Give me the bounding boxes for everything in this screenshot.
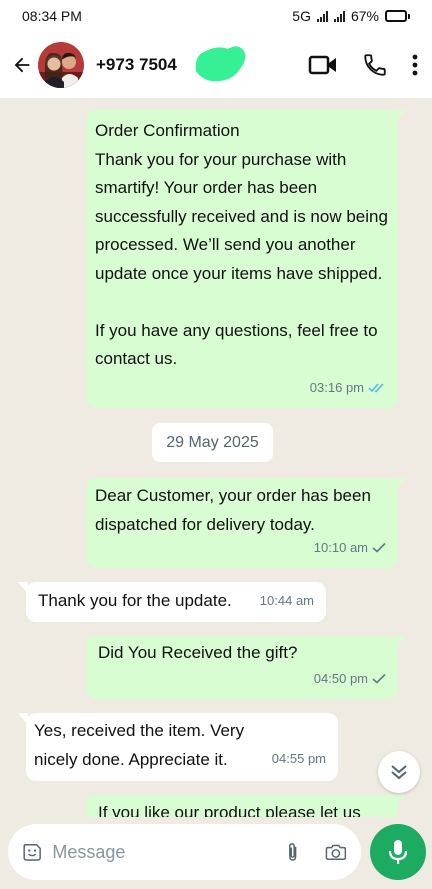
camera-icon[interactable] <box>325 839 347 865</box>
message-meta: 03:16 pm <box>310 374 386 403</box>
message-composer <box>8 824 361 880</box>
single-check-icon <box>372 674 386 684</box>
network-type: 5G <box>292 8 311 24</box>
message-bubble-outgoing[interactable]: If you like our product please let us <box>86 795 406 817</box>
message-text: Did You Received the gift? <box>98 643 298 662</box>
double-check-read-icon <box>368 383 384 393</box>
message-time: 04:50 pm <box>313 670 368 686</box>
contact-name: +973 7504 <box>96 55 177 74</box>
more-options-icon[interactable] <box>412 54 418 76</box>
attach-icon[interactable] <box>284 838 303 866</box>
message-meta: 10:10 am <box>314 534 386 563</box>
redaction-mark <box>195 46 246 82</box>
status-bar: 08:34 PM 5G 67% <box>0 0 432 32</box>
message-bubble-incoming[interactable]: Yes, received the item. Very nicely done… <box>18 713 338 781</box>
message-time: 03:16 pm <box>309 379 364 395</box>
single-check-icon <box>372 543 386 553</box>
date-separator: 29 May 2025 <box>152 423 273 462</box>
chat-area[interactable]: Order Confirmation Thank you for your pu… <box>0 98 432 817</box>
message-text: Order Confirmation Thank you for your pu… <box>95 121 388 368</box>
chat-header: +973 7504 <box>0 32 432 98</box>
back-arrow-icon[interactable] <box>8 51 36 79</box>
message-text: Yes, received the item. Very nicely done… <box>34 721 245 769</box>
message-bubble-incoming[interactable]: Thank you for the update. 10:44 am <box>18 582 326 622</box>
sticker-icon[interactable] <box>22 838 42 866</box>
message-bubble-outgoing[interactable]: Did You Received the gift? 04:50 pm <box>86 636 406 699</box>
message-bubble-outgoing[interactable]: Dear Customer, your order has been dispa… <box>86 478 406 568</box>
message-time: 04:55 pm <box>271 750 326 766</box>
status-time: 08:34 PM <box>22 8 82 24</box>
message-bubble-outgoing[interactable]: Order Confirmation Thank you for your pu… <box>86 110 406 408</box>
message-input[interactable] <box>52 841 285 863</box>
scroll-to-bottom-button[interactable] <box>378 751 420 793</box>
battery-percent: 67% <box>350 8 379 24</box>
message-text: Dear Customer, your order has been dispa… <box>95 486 371 534</box>
message-meta: 04:50 pm <box>314 665 386 694</box>
voice-message-button[interactable] <box>370 824 426 880</box>
avatar[interactable] <box>38 42 84 88</box>
message-time: 10:44 am <box>259 592 314 608</box>
double-chevron-down-icon <box>391 765 407 780</box>
message-text: If you like our product please let us <box>98 803 361 817</box>
message-meta: 04:55 pm <box>272 745 326 774</box>
message-meta: 10:44 am <box>260 587 314 616</box>
microphone-icon <box>388 840 408 864</box>
signal-icon-2 <box>333 10 345 22</box>
message-time: 10:10 am <box>313 539 368 555</box>
signal-icon <box>316 10 328 22</box>
video-call-icon[interactable] <box>308 54 338 76</box>
contact-title[interactable]: +973 7504 <box>96 46 308 82</box>
battery-icon <box>385 10 410 22</box>
voice-call-icon[interactable] <box>362 52 388 78</box>
